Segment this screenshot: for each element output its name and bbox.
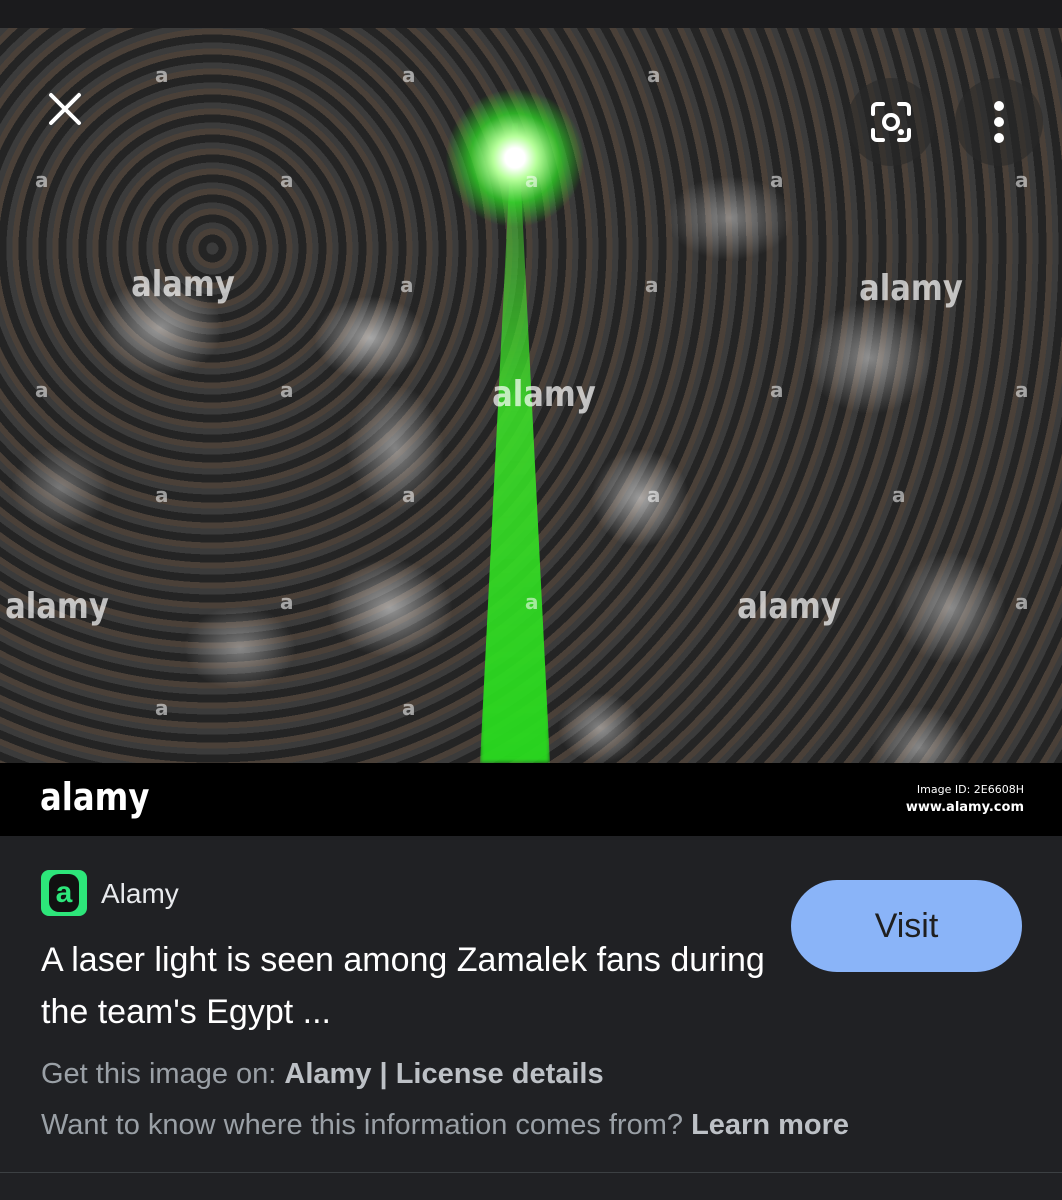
- image-viewer[interactable]: alamy alamy alamy alamy alamy a a a a a …: [0, 28, 1062, 836]
- alamy-favicon: a: [41, 870, 87, 916]
- alamy-logo: alamy: [40, 775, 150, 819]
- divider: [0, 1172, 1062, 1173]
- watermark-small: a: [647, 483, 661, 507]
- image-source-url: www.alamy.com: [905, 800, 1024, 815]
- more-vert-icon: [994, 101, 1004, 143]
- close-icon: [49, 93, 81, 125]
- watermark-small: a: [770, 378, 784, 402]
- watermark-small: a: [280, 590, 294, 614]
- watermark-small: a: [280, 168, 294, 192]
- watermark-small: a: [155, 63, 169, 87]
- info-source-text: Want to know where this information come…: [41, 1109, 692, 1141]
- visit-button[interactable]: Visit: [791, 880, 1022, 972]
- watermark-small: a: [155, 483, 169, 507]
- laser-glow: [445, 88, 585, 228]
- watermark-small: a: [645, 273, 659, 297]
- get-image-source-link[interactable]: Alamy: [284, 1058, 371, 1090]
- close-button[interactable]: [21, 65, 109, 153]
- image-id-block: Image ID: 2E6608H www.alamy.com: [906, 781, 1024, 817]
- watermark-small: a: [1015, 590, 1029, 614]
- lens-icon: [871, 102, 911, 142]
- image-id: Image ID: 2E6608H: [916, 783, 1024, 796]
- more-options-button[interactable]: [955, 78, 1043, 166]
- watermark-small: a: [402, 63, 416, 87]
- watermark-small: a: [155, 696, 169, 720]
- watermark-small: a: [402, 483, 416, 507]
- lens-search-button[interactable]: [847, 78, 935, 166]
- watermark-small: a: [647, 63, 661, 87]
- get-image-line: Get this image on: Alamy | License detai…: [41, 1058, 604, 1091]
- alamy-favicon-letter: a: [49, 874, 79, 912]
- watermark-small: a: [892, 483, 906, 507]
- watermark: alamy: [131, 264, 235, 305]
- result-title[interactable]: A laser light is seen among Zamalek fans…: [41, 934, 771, 1038]
- watermark-small: a: [525, 590, 539, 614]
- watermark-small: a: [770, 168, 784, 192]
- source-name[interactable]: Alamy: [101, 878, 179, 910]
- learn-more-link[interactable]: Learn more: [691, 1109, 849, 1141]
- watermark-small: a: [35, 378, 49, 402]
- watermark-small: a: [35, 168, 49, 192]
- status-bar: [0, 0, 1062, 28]
- watermark: alamy: [737, 586, 841, 627]
- watermark: alamy: [859, 268, 963, 309]
- watermark-small: a: [280, 378, 294, 402]
- separator: |: [371, 1058, 396, 1090]
- watermark-small: a: [402, 696, 416, 720]
- watermark: alamy: [492, 374, 596, 415]
- image-footer-strip: alamy Image ID: 2E6608H www.alamy.com: [0, 763, 1062, 836]
- watermark-small: a: [400, 273, 414, 297]
- get-image-prefix: Get this image on:: [41, 1058, 285, 1090]
- watermark-small: a: [1015, 168, 1029, 192]
- watermark-small: a: [525, 168, 539, 192]
- watermark-small: a: [1015, 378, 1029, 402]
- license-details-link[interactable]: License details: [396, 1058, 604, 1090]
- watermark: alamy: [5, 586, 109, 627]
- info-source-line: Want to know where this information come…: [41, 1109, 849, 1142]
